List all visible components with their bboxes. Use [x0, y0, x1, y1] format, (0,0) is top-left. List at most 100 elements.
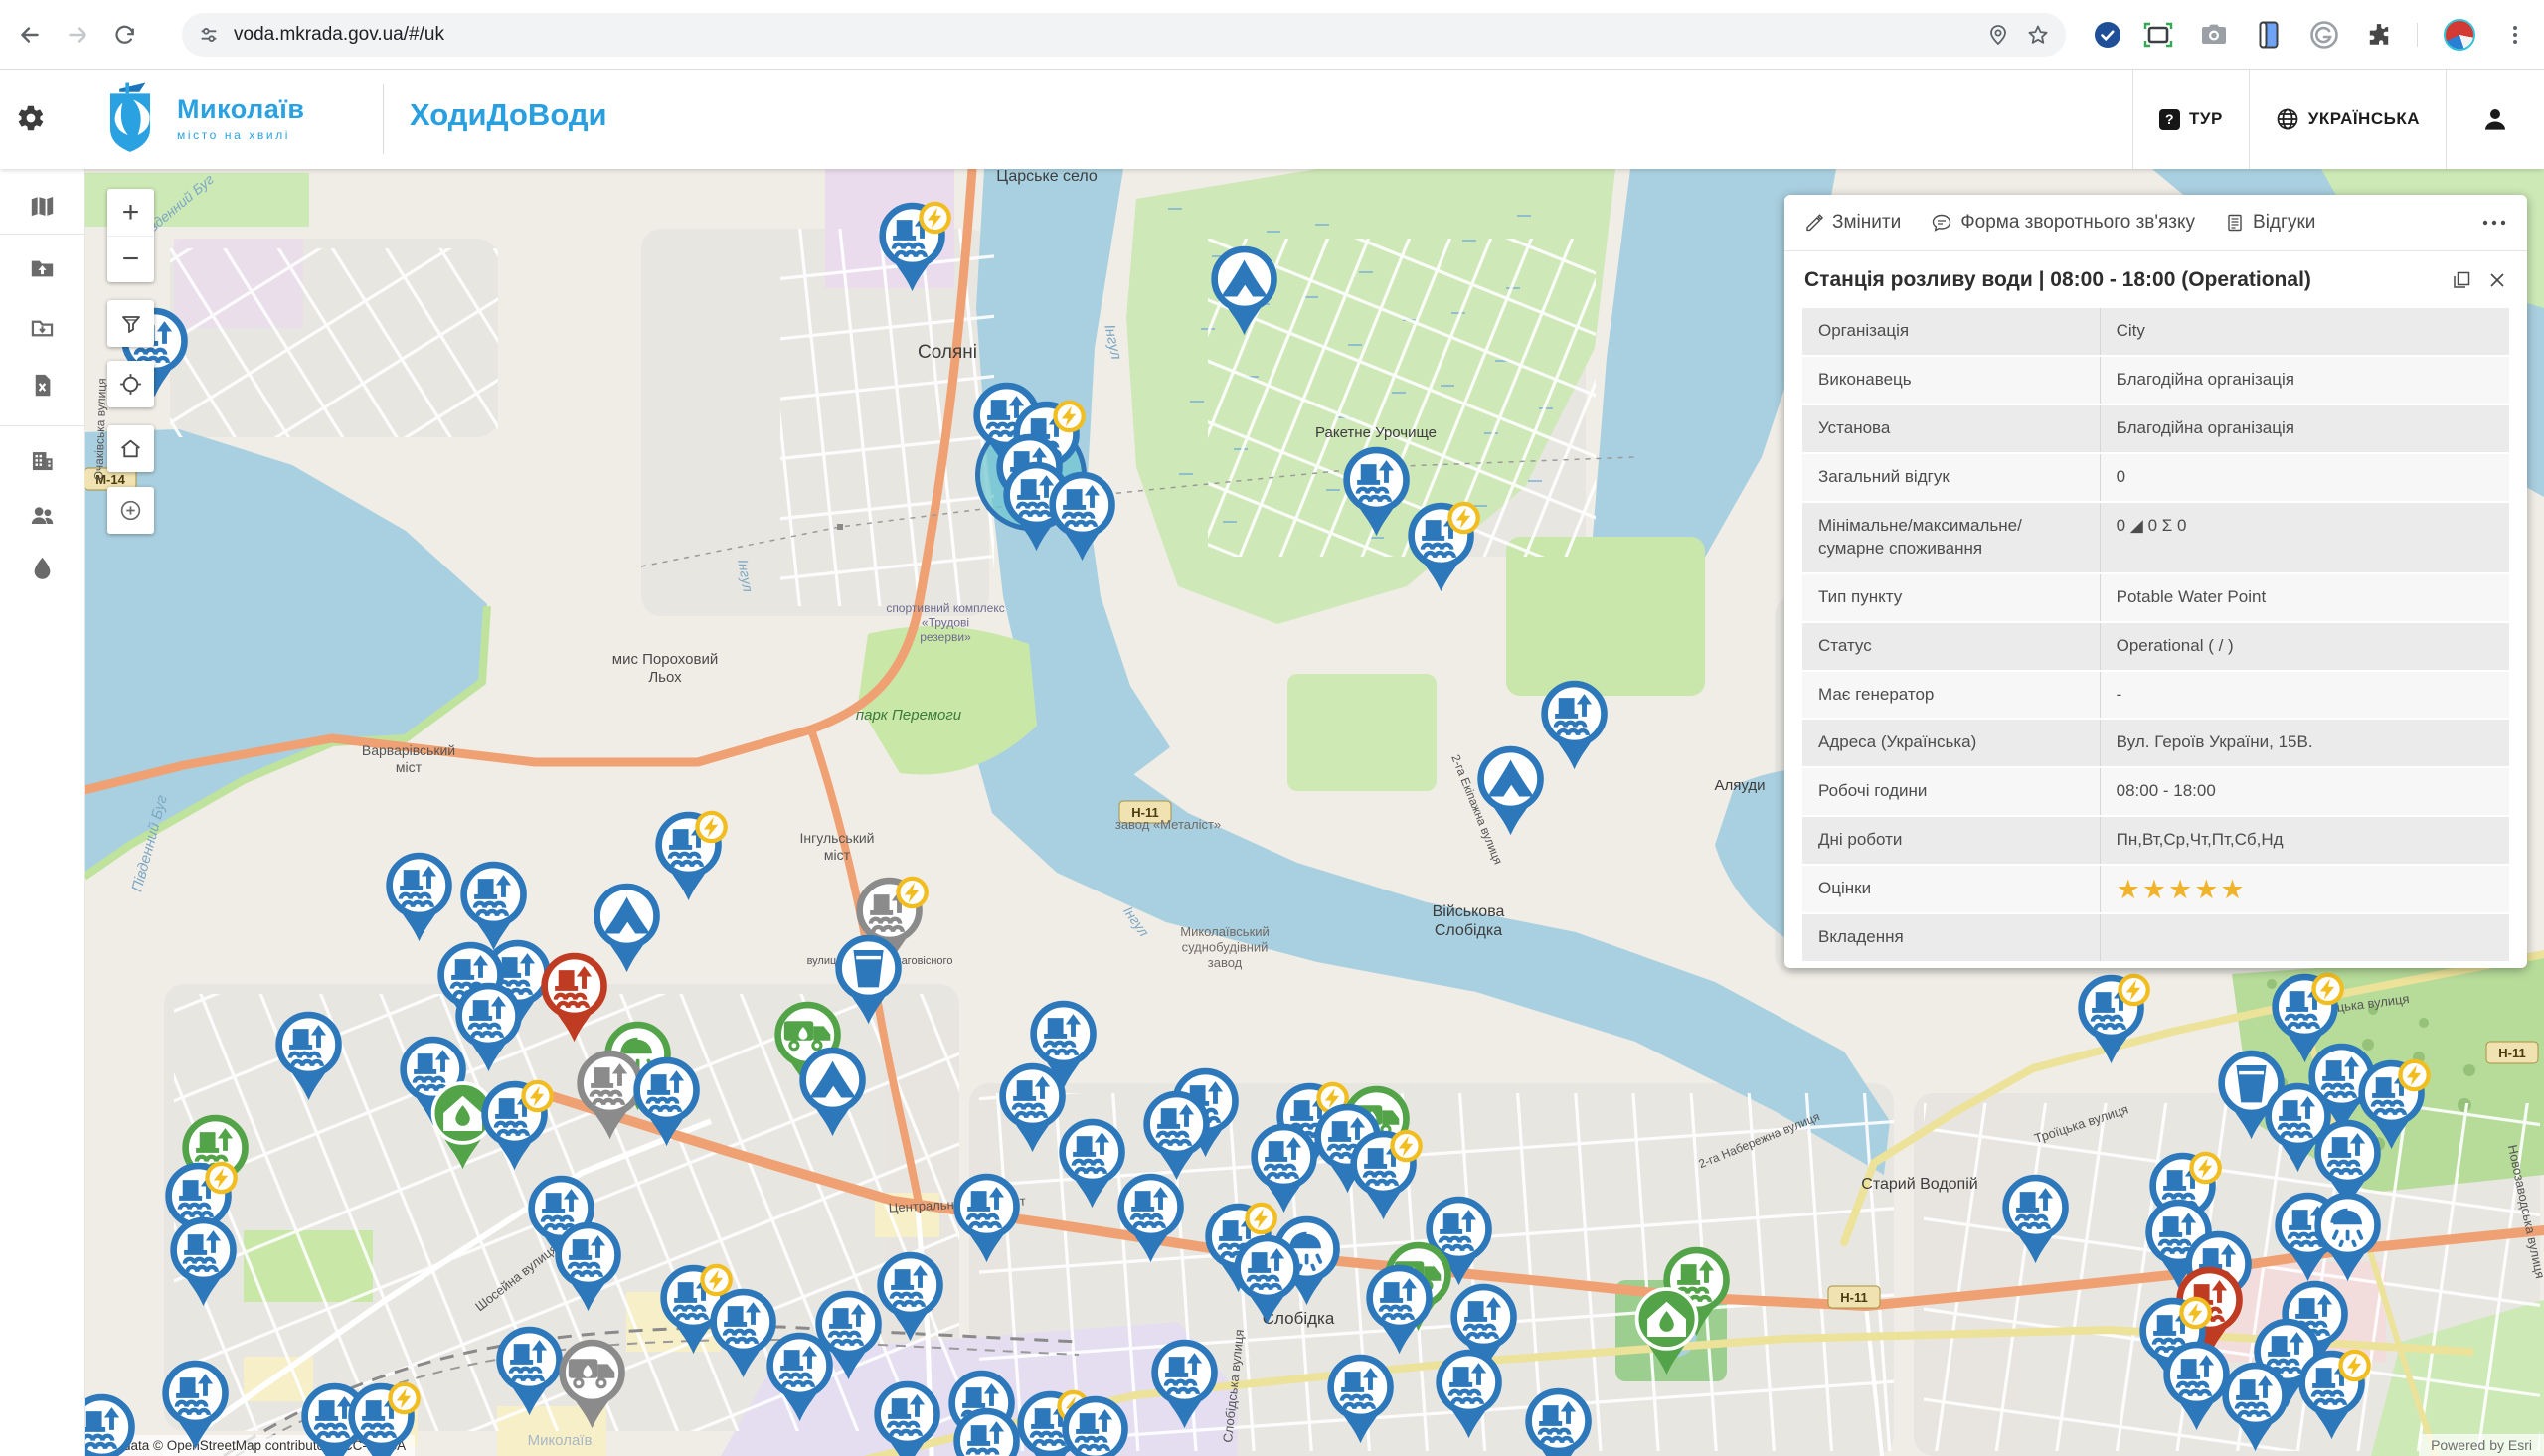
attribute-row: СтатусOperational ( / ): [1802, 623, 2509, 672]
close-icon[interactable]: [2487, 270, 2507, 290]
attribute-label: Тип пункту: [1802, 574, 2100, 621]
map-marker-p[interactable]: [626, 1054, 710, 1149]
sidebar-item-upload[interactable]: [29, 255, 56, 282]
settings-gear-icon[interactable]: [16, 103, 46, 133]
tour-button[interactable]: ? ТУР: [2133, 70, 2249, 169]
map-label: парк Перемоги: [856, 707, 962, 724]
question-icon: ?: [2159, 109, 2180, 130]
account-button[interactable]: [2447, 70, 2544, 169]
map-marker-p[interactable]: [946, 1405, 1030, 1456]
more-options-icon[interactable]: [2481, 219, 2507, 227]
map-marker-t[interactable]: [1470, 743, 1554, 838]
attribute-row: Дні роботиПн,Вт,Ср,Чт,Пт,Сб,Нд: [1802, 817, 2509, 866]
map-marker-pb[interactable]: [1343, 1128, 1427, 1222]
feedback-form-action[interactable]: Форма зворотнього зв'язку: [1931, 212, 2195, 234]
device-icon[interactable]: [2251, 17, 2287, 53]
grammarly-icon[interactable]: [2306, 17, 2342, 53]
sidebar-item-map[interactable]: [29, 193, 56, 220]
bookmark-star-icon[interactable]: [2026, 23, 2050, 47]
map-marker-p[interactable]: [1110, 1171, 1194, 1265]
map-marker-p[interactable]: [946, 1171, 1030, 1265]
filter-button[interactable]: [107, 300, 154, 347]
map-marker-p[interactable]: [1227, 1232, 1310, 1327]
map-marker-pb[interactable]: [2071, 972, 2154, 1066]
forward-icon[interactable]: [56, 13, 99, 57]
attribute-value: -: [2100, 672, 2509, 719]
extensions-icon[interactable]: [2361, 17, 2397, 53]
location-icon[interactable]: [1986, 23, 2010, 47]
esri-attribution: Powered by Esri: [2419, 1434, 2544, 1456]
reviews-label: Відгуки: [2253, 212, 2315, 234]
map-marker-p[interactable]: [1995, 1172, 2079, 1266]
sidebar-item-users[interactable]: [29, 502, 56, 529]
zoom-out-button[interactable]: −: [107, 236, 154, 282]
url-text[interactable]: voda.mkrada.gov.ua/#/uk: [234, 24, 1986, 46]
map-marker-pb[interactable]: [2291, 1348, 2375, 1442]
folder-download-icon: [29, 315, 56, 342]
map-marker-p[interactable]: [268, 1009, 352, 1103]
reviews-action[interactable]: Відгуки: [2225, 212, 2315, 234]
sidebar-item-organizations[interactable]: [29, 447, 56, 474]
map-marker-trg[interactable]: [552, 1337, 635, 1431]
map-marker-pb[interactable]: [872, 200, 955, 294]
map-marker-t[interactable]: [792, 1045, 876, 1139]
app-header: Миколаїв місто на хвилі ХодиДоВоди ? ТУР…: [0, 70, 2544, 169]
map-marker-p[interactable]: [1518, 1385, 1602, 1456]
map-marker-p[interactable]: [1144, 1337, 1228, 1431]
profile-avatar[interactable]: [2444, 19, 2475, 51]
sidebar-item-excel-export[interactable]: [29, 372, 56, 399]
back-icon[interactable]: [8, 13, 52, 57]
edit-action-label: Змінити: [1832, 212, 1901, 234]
attribute-label: Організація: [1802, 308, 2100, 355]
users-icon: [29, 502, 56, 529]
locate-button[interactable]: [107, 361, 154, 407]
map-label: завод «Металіст»: [1115, 817, 1221, 832]
map-marker-p[interactable]: [2215, 1360, 2298, 1454]
map-marker-pb[interactable]: [341, 1380, 424, 1456]
map-label: Царське село: [996, 169, 1098, 185]
camera-icon[interactable]: [2196, 17, 2232, 53]
screen-capture-icon[interactable]: [2140, 17, 2176, 53]
zoom-in-button[interactable]: +: [107, 189, 154, 236]
map-marker-p[interactable]: [1320, 1352, 1404, 1446]
map-marker-p[interactable]: [1055, 1393, 1138, 1456]
dock-icon[interactable]: [2452, 270, 2471, 290]
menu-kebab-icon[interactable]: [2497, 17, 2533, 53]
svg-text:Н-11: Н-11: [2498, 1046, 2525, 1060]
map-marker-p[interactable]: [379, 850, 462, 944]
map-marker-p[interactable]: [1136, 1088, 1220, 1183]
address-bar[interactable]: voda.mkrada.gov.ua/#/uk: [182, 13, 2066, 57]
attribute-row: Загальний відгук0: [1802, 454, 2509, 503]
reload-icon[interactable]: [103, 13, 147, 57]
map-marker-p[interactable]: [1042, 469, 1125, 564]
city-logo[interactable]: Миколаїв місто на хвилі: [99, 81, 304, 155]
home-button[interactable]: [107, 425, 154, 472]
check-badge-icon[interactable]: [2090, 17, 2125, 53]
map-marker-shb[interactable]: [2307, 1190, 2391, 1284]
map-marker-p[interactable]: [548, 1219, 631, 1314]
attribute-row: Адреса (Українська)Вул. Героїв України, …: [1802, 720, 2509, 768]
language-button[interactable]: УКРАЇНСЬКА: [2250, 70, 2446, 169]
map-marker-t[interactable]: [1204, 243, 1287, 338]
map-marker-pb[interactable]: [474, 1078, 558, 1173]
tour-label: ТУР: [2189, 109, 2223, 129]
map-marker-p[interactable]: [1429, 1347, 1512, 1441]
map-marker-p[interactable]: [760, 1330, 843, 1424]
map-marker-p[interactable]: [1359, 1262, 1442, 1357]
tune-icon[interactable]: [198, 24, 220, 46]
add-feature-button[interactable]: [107, 487, 154, 534]
map-marker-p[interactable]: [155, 1358, 239, 1452]
header-divider: [383, 84, 384, 154]
attribute-row: ВиконавецьБлагодійна організація: [1802, 357, 2509, 405]
map-marker-p[interactable]: [163, 1214, 247, 1309]
sidebar-item-download[interactable]: [29, 315, 56, 342]
popup-title: Станція розливу води | 08:00 - 18:00 (Op…: [1804, 268, 2436, 292]
map-marker-hd[interactable]: [1626, 1283, 1710, 1377]
sidebar-item-water[interactable]: [29, 555, 56, 581]
attribute-row: Вкладення: [1802, 914, 2509, 963]
map-marker-p[interactable]: [85, 1391, 145, 1456]
map-marker-pb[interactable]: [1401, 500, 1484, 594]
home-control: [107, 425, 154, 472]
edit-action[interactable]: Змінити: [1804, 212, 1901, 234]
map-marker-p[interactable]: [867, 1378, 950, 1456]
